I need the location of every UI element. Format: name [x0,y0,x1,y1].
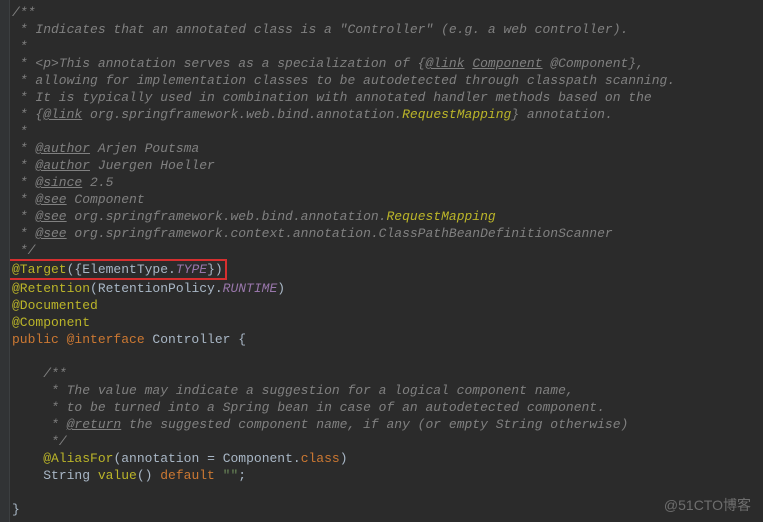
javadoc-line: * <p>This annotation serves as a special… [12,56,644,71]
javadoc-line: * {@link org.springframework.web.bind.an… [12,107,613,122]
retention-annotation: @Retention [12,281,90,296]
class-name: Controller [145,332,239,347]
method-name: value [98,468,137,483]
javadoc-see: * @see org.springframework.context.annot… [12,226,613,241]
javadoc-since: * @since 2.5 [12,175,113,190]
javadoc-see: * @see Component [12,192,145,207]
javadoc-line: * allowing for implementation classes to… [12,73,675,88]
javadoc-line: * Indicates that an annotated class is a… [12,22,628,37]
javadoc-open: /** [12,5,35,20]
target-annotation: @Target [12,262,67,277]
aliasfor-annotation: @AliasFor [43,451,113,466]
public-keyword: public [12,332,67,347]
method-javadoc-close: */ [43,434,66,449]
code-editor[interactable]: /** * Indicates that an annotated class … [0,0,763,518]
javadoc-line: * [12,124,28,139]
javadoc-author: * @author Juergen Hoeller [12,158,215,173]
method-javadoc-return: * @return the suggested component name, … [43,417,628,432]
method-javadoc-line: * to be turned into a Spring bean in cas… [43,400,605,415]
javadoc-close: */ [12,243,35,258]
javadoc-line: * [12,39,28,54]
component-annotation: @Component [12,315,90,330]
javadoc-line: * It is typically used in combination wi… [12,90,652,105]
method-javadoc-line: * The value may indicate a suggestion fo… [43,383,574,398]
target-annotation-highlight: @Target({ElementType.TYPE}) [8,259,227,280]
javadoc-see: * @see org.springframework.web.bind.anno… [12,209,496,224]
watermark: @51CTO博客 [664,497,751,514]
documented-annotation: @Documented [12,298,98,313]
interface-keyword: @interface [67,332,145,347]
string-literal: "" [223,468,239,483]
closing-brace: } [12,502,20,517]
return-type: String [43,468,98,483]
javadoc-author: * @author Arjen Poutsma [12,141,199,156]
method-javadoc-open: /** [43,366,66,381]
editor-gutter [0,0,10,522]
